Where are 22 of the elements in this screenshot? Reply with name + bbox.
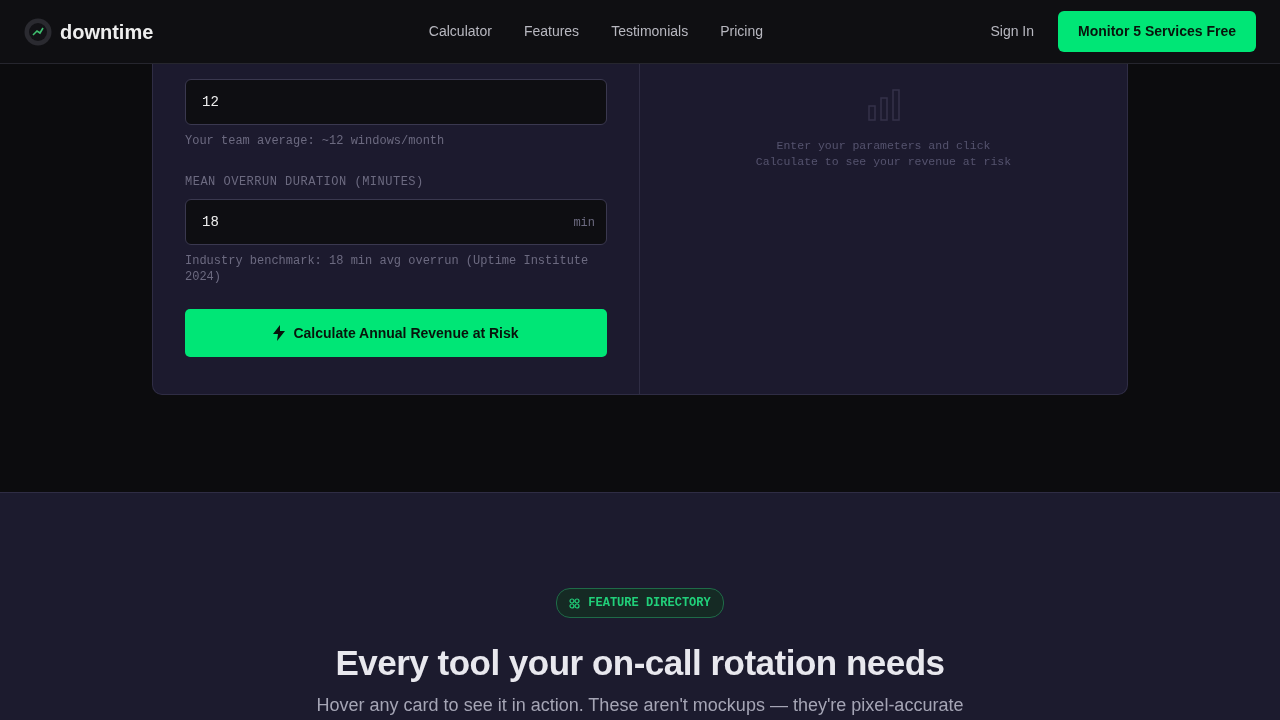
- nav-link[interactable]: Features: [519, 21, 584, 42]
- field-hint: Industry benchmark: 18 min avg overrun (Uptime Institute 2024): [185, 253, 590, 285]
- brand-name[interactable]: downtime: [60, 16, 154, 47]
- sign-in-link[interactable]: Sign In: [990, 21, 1035, 42]
- calculate-button[interactable]: Calculate Annual Revenue at Risk: [185, 309, 607, 357]
- field-hint: Your team average: ~12 windows/month: [185, 133, 446, 149]
- grid-icon: [569, 597, 581, 609]
- empty-state-text: Calculate to see your revenue at risk: [755, 154, 1012, 170]
- section-heading: Every tool your on-call rotation needs: [335, 642, 945, 684]
- number-field[interactable]: 12: [185, 79, 607, 125]
- unit-label: min: [573, 215, 595, 232]
- lightning-icon: [273, 325, 286, 341]
- bar-chart-icon: [866, 88, 901, 122]
- section-badge: FEATURE DIRECTORY: [556, 588, 724, 618]
- logo-icon[interactable]: [24, 17, 52, 46]
- nav-link[interactable]: Pricing: [716, 21, 767, 42]
- cta-button[interactable]: Monitor 5 Services Free: [1058, 11, 1256, 52]
- section-subtitle: Hover any card to see it in action. These aren't mockups — they're pixel-accurate: [316, 694, 964, 717]
- empty-state-text: Enter your parameters and click: [776, 138, 991, 154]
- nav-link[interactable]: Calculator: [424, 21, 496, 42]
- field-label: MEAN OVERRUN DURATION (MINUTES): [185, 174, 425, 191]
- nav-link[interactable]: Testimonials: [607, 21, 693, 42]
